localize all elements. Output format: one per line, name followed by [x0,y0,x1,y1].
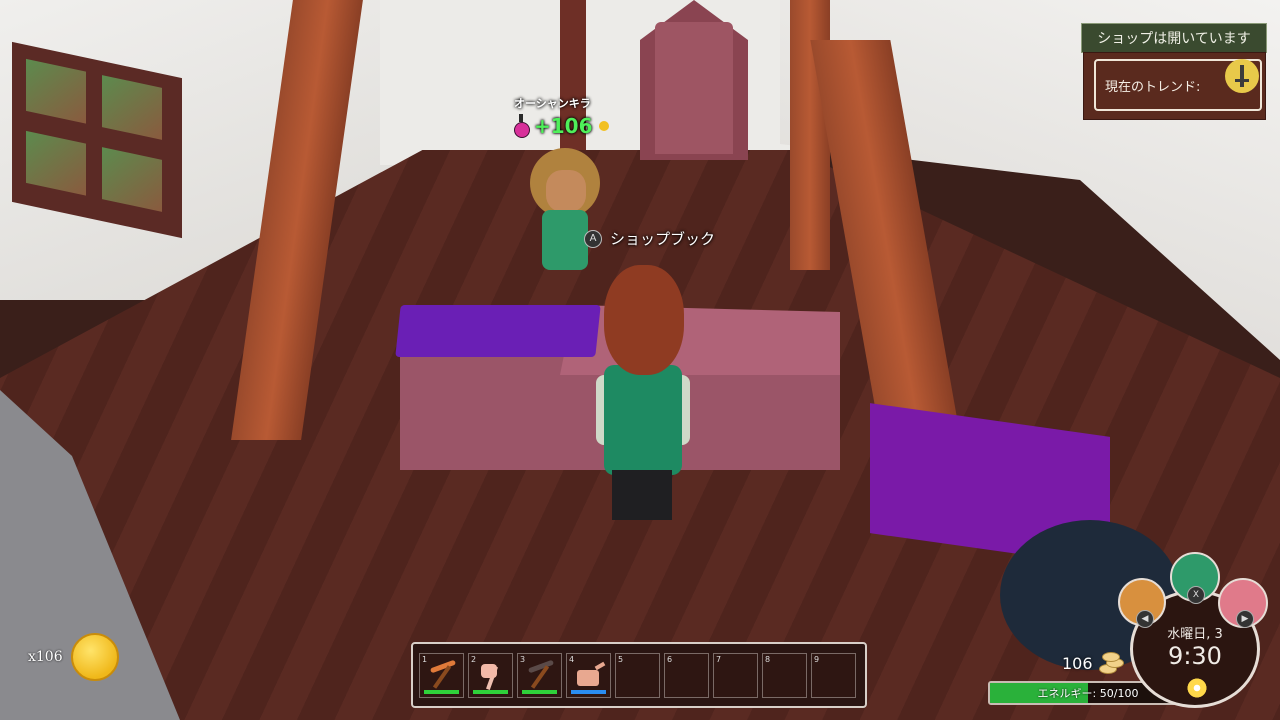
window-pane [102,147,162,212]
npc-body [542,210,588,270]
player-body [604,365,682,475]
coin-count: x106 [28,649,63,665]
time-label: 9:30 [1168,642,1222,670]
hotbar-slot-5[interactable]: 5 [615,653,660,698]
interaction-prompt[interactable]: A ショップブック [584,228,715,249]
npc-name: オーシャンキラ [514,97,591,110]
gold-counter: 106 [1062,652,1124,674]
hotbar-slot-9[interactable]: 9 [811,653,856,698]
hotbar-slot-2[interactable]: 2 [468,653,513,698]
a-button-icon: A [584,229,602,248]
npc-gain-indicator: +106 [514,114,609,138]
slot-number: 6 [667,655,673,664]
slot-number: 1 [422,655,428,664]
prompt-label: ショップブック [610,230,716,248]
door-panel [655,22,733,154]
watering-can-icon [577,670,599,686]
hotbar-slot-4[interactable]: 4 [566,653,611,698]
durability-bar [522,690,557,694]
durability-bar [571,690,606,694]
trend-panel: 現在のトレンド: [1083,52,1266,120]
hotbar-slot-1[interactable]: 1 [419,653,464,698]
slot-number: 2 [471,655,477,664]
coin-icon [598,121,609,131]
hotbar: 1 2 3 4 5 6 7 8 9 [411,642,867,708]
coin-counter: x106 [28,633,119,681]
slot-number: 7 [716,655,722,664]
slot-number: 5 [618,655,624,664]
slot-number: 8 [765,655,771,664]
gain-amount: +106 [534,114,593,138]
copper-axe-icon [481,664,497,678]
durability-bar [473,690,508,694]
hotbar-slot-7[interactable]: 7 [713,653,758,698]
player-legs [612,470,672,520]
window-pane [102,75,162,140]
gold-coin-icon [70,633,119,681]
hotbar-slot-8[interactable]: 8 [762,653,807,698]
slot-number: 9 [814,655,820,664]
trend-label: 現在のトレンド: [1105,79,1201,95]
potion-icon [514,114,530,138]
display-cloth [395,305,601,357]
right-button-icon[interactable]: ▶ [1236,610,1254,628]
player-character [596,265,690,525]
slot-number: 3 [520,655,526,664]
window-pane [26,58,86,124]
npc-face [546,170,586,212]
slot-number: 4 [569,655,575,664]
shop-status-banner: ショップは開いています [1081,23,1267,53]
gold-amount: 106 [1062,653,1093,673]
x-button-icon[interactable]: X [1187,586,1205,604]
left-button-icon[interactable]: ◀ [1136,610,1154,628]
hotbar-slot-3[interactable]: 3 [517,653,562,698]
durability-bar [424,690,459,694]
sword-icon [1225,59,1259,93]
flower-icon [1186,677,1208,699]
coin-stack-icon [1098,652,1124,674]
player-hair [604,265,684,375]
hotbar-slot-6[interactable]: 6 [664,653,709,698]
window-pane [26,130,86,196]
